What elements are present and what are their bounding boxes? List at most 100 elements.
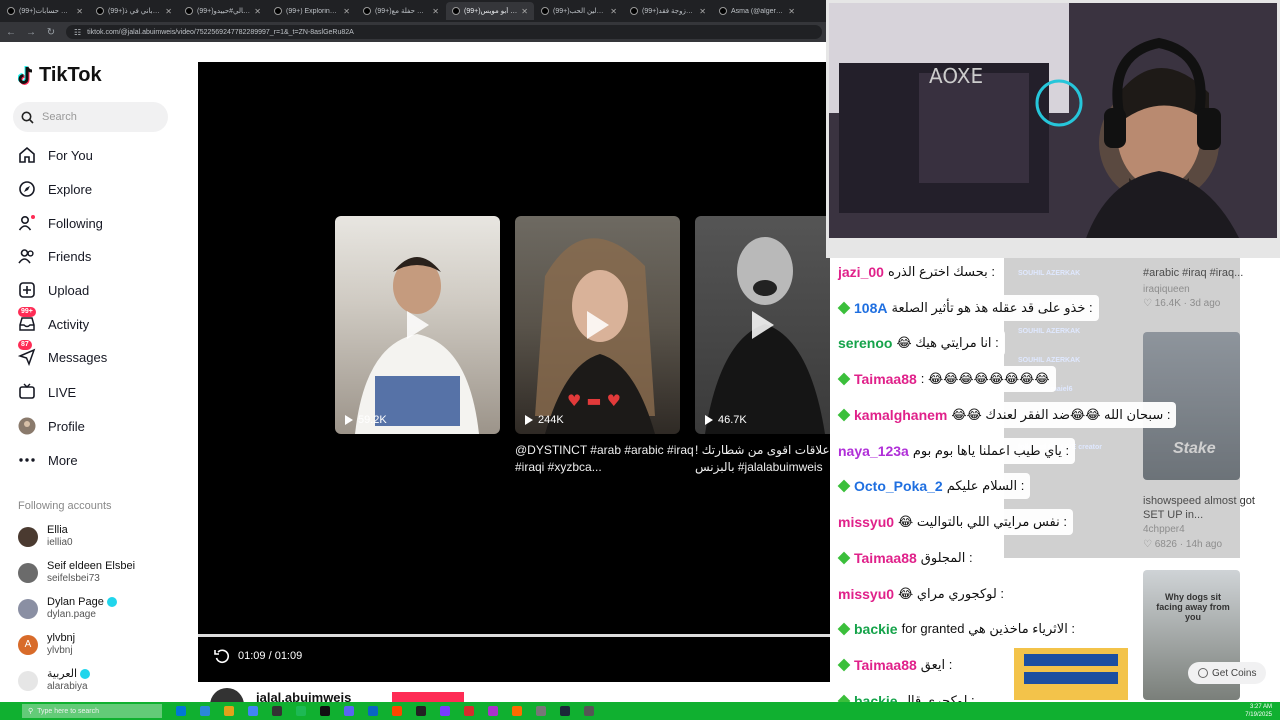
browser-tab[interactable]: (99+)دعم حسابات ✕: [1, 2, 89, 20]
chat-message: missyu0: لوكجوري مراي 😂: [832, 581, 1011, 607]
url-field[interactable]: ☷ tiktok.com/@jalal.abuimweis/video/7522…: [66, 25, 822, 39]
tiktok-logo[interactable]: TikTok: [18, 64, 102, 87]
browser-tab[interactable]: (99+)انتقالي#حبيدو ✕: [179, 2, 267, 20]
taskbar-app-icon[interactable]: [464, 706, 474, 716]
browser-tab[interactable]: (99+)زوج وزوجة فقد✕: [624, 2, 712, 20]
browser-tab[interactable]: (99+)بابولين الحب...✕: [535, 2, 623, 20]
tab-favicon-icon: [363, 7, 371, 15]
suggested-video-card-3[interactable]: 46.7K: [695, 216, 830, 434]
reload-icon[interactable]: ↻: [46, 27, 56, 38]
search-input[interactable]: Search: [13, 102, 168, 132]
taskbar-app-icon[interactable]: [584, 706, 594, 716]
tab-close-icon[interactable]: ✕: [343, 7, 350, 16]
taskbar-app-icon[interactable]: [536, 706, 546, 716]
nav-item-activity[interactable]: 99+ Activity: [18, 307, 90, 333]
account-avatar: [18, 562, 38, 583]
tab-favicon-icon: [7, 7, 15, 15]
following-account[interactable]: العربية alarabiya: [18, 668, 91, 693]
suggested-video-card-1[interactable]: 59.2K: [335, 216, 500, 434]
tab-label: (99+)حرباني في ذ...: [108, 8, 161, 15]
taskbar-app-icon[interactable]: [368, 706, 378, 716]
nav-label: Activity: [48, 316, 90, 332]
taskbar-app-icon[interactable]: [416, 706, 426, 716]
following-account[interactable]: Dylan Page dylan.page: [18, 596, 117, 621]
nav-label: Following: [48, 215, 103, 231]
promo-thumbnail[interactable]: [1014, 648, 1128, 700]
taskbar-app-icon[interactable]: [272, 706, 282, 716]
video-caption-2[interactable]: @DYSTINCT #arab #arabic #iraq #iraqi #xy…: [515, 442, 695, 476]
nav-item-for-you[interactable]: For You: [18, 146, 93, 164]
follow-button[interactable]: [392, 692, 464, 702]
chat-message: 108A: خذو على قد عقله هذ هو تأثير الصلعة: [832, 295, 1099, 321]
video-progress-bar[interactable]: [198, 634, 830, 637]
forward-arrow-icon[interactable]: →: [26, 27, 36, 38]
nav-item-more[interactable]: More: [18, 451, 78, 469]
tab-close-icon[interactable]: ✕: [610, 7, 617, 16]
browser-tab[interactable]: Asma (@algeriangir ✕: [713, 2, 801, 20]
browser-tab[interactable]: (99+)عمل حفلة مع... ✕: [357, 2, 445, 20]
get-coins-label: Get Coins: [1212, 667, 1257, 679]
account-handle: seifelsbei73: [47, 573, 100, 584]
following-account[interactable]: Ellia iellia0: [18, 524, 73, 549]
tab-label: (99+)زوج وزوجة فقد: [642, 8, 696, 15]
taskbar-app-icon[interactable]: [200, 706, 210, 716]
account-name: العربية: [47, 668, 91, 681]
following-account[interactable]: Seif eldeen Elsbei seifelsbei73: [18, 560, 135, 585]
nav-item-live[interactable]: LIVE: [18, 383, 76, 401]
taskbar-app-icon[interactable]: [440, 706, 450, 716]
chat-message: Taimaa88: ايعق: [832, 652, 959, 678]
gift-log-line: SOUHIL AZERKAK: [1018, 357, 1081, 364]
taskbar-app-icon[interactable]: [296, 706, 306, 716]
back-arrow-icon[interactable]: ←: [6, 27, 16, 38]
nav-item-profile[interactable]: Profile: [18, 417, 85, 435]
taskbar-app-icon[interactable]: [488, 706, 498, 716]
following-accounts-title: Following accounts: [18, 500, 112, 512]
taskbar-app-icon[interactable]: [176, 706, 186, 716]
following-account[interactable]: Aylvbnj ylvbnj: [18, 632, 75, 657]
browser-tab[interactable]: (99+)جلال أبو مويس✕: [446, 2, 534, 20]
video-player[interactable]: 59.2K ♥ ▬ ♥ 244K 46.7K @DYSTINCT #arab #…: [198, 62, 830, 682]
taskbar-app-icon[interactable]: [344, 706, 354, 716]
tab-close-icon[interactable]: ✕: [521, 7, 528, 16]
taskbar-search[interactable]: ⚲ Type here to search: [22, 704, 162, 718]
chat-message: kamalghanem: سبحان الله 😂😂ضد الفقر لعندك…: [832, 402, 1177, 428]
get-coins-button[interactable]: Get Coins: [1188, 662, 1267, 684]
related-title-3: Why dogs sit facing away from you: [1156, 592, 1230, 622]
tab-favicon-icon: [541, 7, 549, 15]
chat-message: serenoo: انا مرايتي هيك 😂: [832, 330, 1005, 356]
tab-close-icon[interactable]: ✕: [432, 7, 439, 16]
tab-close-icon[interactable]: ✕: [699, 7, 706, 16]
browser-tab[interactable]: (99+)حرباني في ذ... ✕: [90, 2, 178, 20]
svg-text:AOXE: AOXE: [929, 64, 983, 88]
tab-close-icon[interactable]: ✕: [165, 7, 172, 16]
nav-item-messages[interactable]: 87 Messages: [18, 340, 107, 366]
replay-icon[interactable]: [214, 648, 230, 664]
nav-item-following[interactable]: Following: [18, 214, 103, 232]
nav-item-upload[interactable]: Upload: [18, 281, 89, 299]
tab-close-icon[interactable]: ✕: [254, 7, 261, 16]
subscriber-gem-icon: [837, 551, 851, 565]
browser-tab[interactable]: (99+) Exploring Gree ✕: [268, 2, 356, 20]
nav-item-explore[interactable]: Explore: [18, 180, 92, 198]
tab-label: Asma (@algeriangir: [731, 7, 784, 15]
taskbar-app-icon[interactable]: [392, 706, 402, 716]
taskbar-app-icon[interactable]: [560, 706, 570, 716]
suggested-video-card-2[interactable]: ♥ ▬ ♥ 244K: [515, 216, 680, 434]
video-caption-3[interactable]: ! علاقات اقوى من شطارتك بالبزنس #jalalab…: [695, 442, 830, 476]
taskbar-app-icon[interactable]: [224, 706, 234, 716]
taskbar-app-icon[interactable]: [248, 706, 258, 716]
send-icon: 87: [18, 340, 36, 366]
subscriber-gem-icon: [837, 372, 851, 386]
chat-username: Taimaa88: [854, 657, 917, 673]
tab-close-icon[interactable]: ✕: [76, 7, 83, 16]
nav-item-friends[interactable]: Friends: [18, 247, 91, 265]
site-info-icon[interactable]: ☷: [74, 28, 81, 37]
chat-username: Octo_Poka_2: [854, 478, 943, 494]
tab-label: (99+)بابولين الحب...: [553, 8, 607, 15]
taskbar-clock: 3:27 AM 7/19/2025: [1245, 703, 1272, 719]
taskbar-icons: [162, 706, 594, 716]
taskbar-app-icon[interactable]: [512, 706, 522, 716]
tab-label: (99+)عمل حفلة مع...: [375, 8, 428, 15]
taskbar-app-icon[interactable]: [320, 706, 330, 716]
tab-close-icon[interactable]: ✕: [788, 7, 795, 16]
